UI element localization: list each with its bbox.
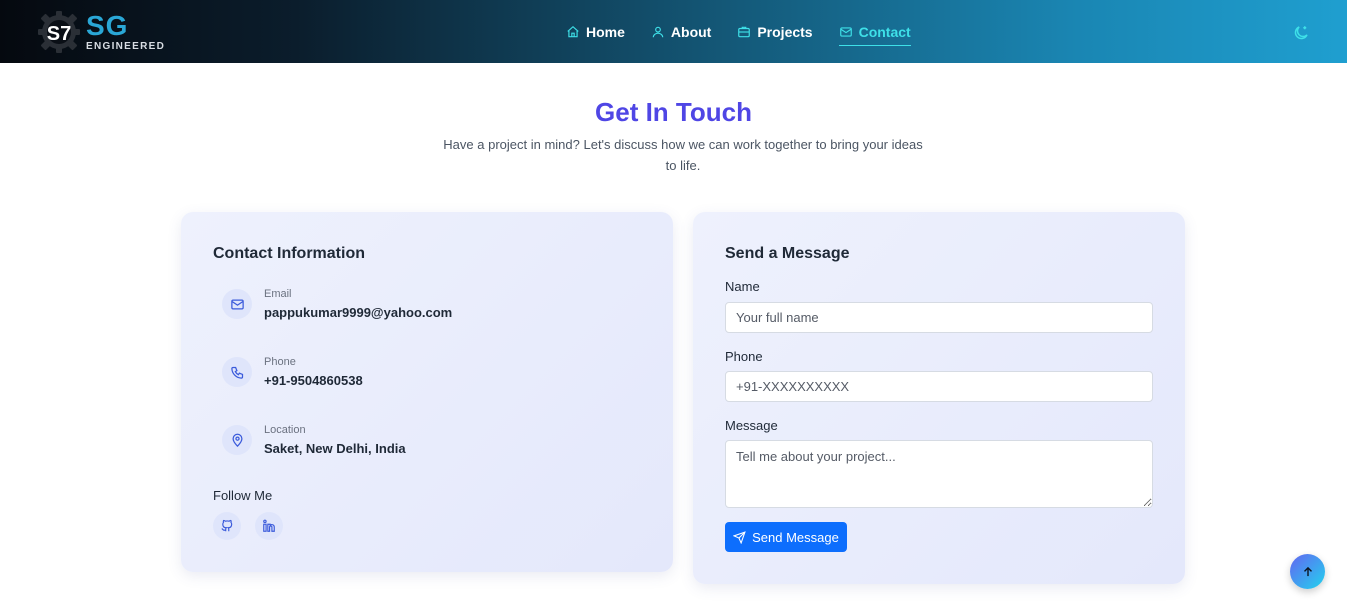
brand-name: SG	[86, 10, 129, 41]
page-subtitle: Have a project in mind? Let's discuss ho…	[443, 137, 923, 173]
phone-label: Phone	[725, 349, 763, 364]
map-pin-icon	[222, 425, 252, 455]
mail-icon	[839, 26, 852, 37]
arrow-up-icon	[1303, 566, 1312, 576]
location-label: Location	[264, 424, 306, 436]
main-nav: Home About Projects Contact	[566, 0, 911, 63]
send-message-card: Send a Message Name Phone Message Send M…	[693, 212, 1185, 584]
phone-value[interactable]: +91-9504860538	[264, 373, 363, 389]
briefcase-icon	[738, 26, 751, 37]
name-input[interactable]	[725, 302, 1153, 333]
email-value[interactable]: pappukumar9999@yahoo.com	[264, 305, 452, 321]
nav-projects-label: Projects	[757, 23, 813, 40]
send-message-title: Send a Message	[725, 245, 850, 262]
email-label: Email	[264, 288, 292, 300]
contact-location-row: Location Saket, New Delhi, India	[222, 424, 406, 457]
contact-info-card: Contact Information Email pappukumar9999…	[181, 212, 673, 572]
gear-logo-icon: S7	[36, 9, 82, 55]
moon-stars-icon	[1294, 26, 1308, 40]
contact-email-row: Email pappukumar9999@yahoo.com	[222, 288, 452, 321]
message-textarea[interactable]	[725, 440, 1153, 508]
nav-contact-label: Contact	[858, 23, 911, 40]
nav-home-label: Home	[586, 23, 625, 40]
message-label: Message	[725, 418, 778, 433]
phone-input[interactable]	[725, 371, 1153, 402]
nav-contact[interactable]: Contact	[838, 20, 911, 46]
nav-about-label: About	[670, 23, 712, 40]
phone-label: Phone	[264, 356, 296, 368]
navbar: S7 SG ENGINEERED Home About Projects Con…	[0, 0, 1347, 63]
linkedin-link[interactable]	[255, 512, 283, 540]
svg-text:S7: S7	[47, 23, 71, 45]
contact-info-title: Contact Information	[213, 245, 365, 262]
nav-home[interactable]: Home	[566, 20, 625, 44]
location-value: Saket, New Delhi, India	[264, 441, 406, 456]
scroll-to-top-button[interactable]	[1290, 554, 1325, 589]
github-icon	[221, 519, 233, 532]
phone-icon	[222, 357, 252, 387]
nav-about[interactable]: About	[651, 20, 711, 44]
contact-phone-row: Phone +91-9504860538	[222, 356, 363, 389]
name-label: Name	[725, 279, 760, 294]
page-title: Get In Touch	[595, 97, 752, 127]
nav-projects[interactable]: Projects	[737, 20, 813, 44]
user-icon	[652, 26, 664, 37]
github-link[interactable]	[213, 512, 241, 540]
linkedin-icon	[263, 519, 275, 532]
brand-tagline: ENGINEERED	[86, 41, 166, 52]
follow-me-label: Follow Me	[213, 488, 273, 503]
theme-toggle-button[interactable]	[1292, 24, 1310, 42]
home-icon	[567, 25, 579, 37]
brand-logo[interactable]: S7 SG ENGINEERED	[36, 8, 176, 56]
send-message-button[interactable]: Send Message	[725, 522, 847, 552]
send-icon	[733, 530, 746, 544]
mail-icon	[222, 289, 252, 319]
send-message-label: Send Message	[752, 529, 839, 545]
